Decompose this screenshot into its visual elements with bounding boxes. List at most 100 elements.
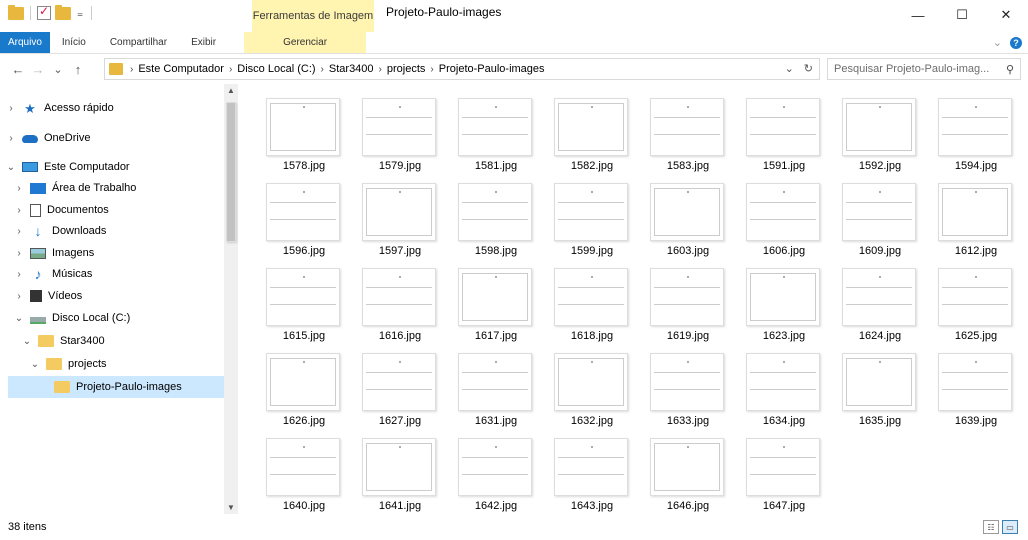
nav-item-disco-local[interactable]: ⌄ Disco Local (C:) xyxy=(0,307,224,329)
minimize-button[interactable]: — xyxy=(896,0,940,30)
address-dropdown-button[interactable]: ⌄ xyxy=(785,62,794,75)
file-item[interactable]: 1632.jpg xyxy=(550,347,634,431)
file-item[interactable]: 1619.jpg xyxy=(646,262,730,346)
chevron-right-icon[interactable]: › xyxy=(4,103,18,114)
expand-ribbon-icon[interactable]: ⌄ xyxy=(993,36,1002,49)
chevron-right-icon[interactable]: › xyxy=(12,269,26,280)
file-item[interactable]: 1603.jpg xyxy=(646,177,730,261)
nav-item-documentos[interactable]: › Documentos xyxy=(0,199,224,221)
chevron-right-icon[interactable]: › xyxy=(12,183,26,194)
close-button[interactable]: ✕ xyxy=(984,0,1028,30)
file-item[interactable]: 1615.jpg xyxy=(262,262,346,346)
chevron-right-icon[interactable]: › xyxy=(12,226,26,237)
search-input[interactable]: Pesquisar Projeto-Paulo-imag... ⚲ xyxy=(827,58,1021,80)
nav-item-projeto-paulo-images[interactable]: Projeto-Paulo-images xyxy=(8,376,224,398)
help-icon[interactable]: ? xyxy=(1010,36,1022,49)
file-item[interactable]: 1627.jpg xyxy=(358,347,442,431)
file-item[interactable]: 1594.jpg xyxy=(934,92,1018,176)
file-item[interactable]: 1592.jpg xyxy=(838,92,922,176)
file-item[interactable]: 1579.jpg xyxy=(358,92,442,176)
file-item[interactable]: 1606.jpg xyxy=(742,177,826,261)
back-button[interactable]: ← xyxy=(8,59,28,79)
nav-item-acesso-rapido[interactable]: › ★ Acesso rápido xyxy=(0,97,224,119)
chevron-down-icon[interactable]: ⌄ xyxy=(4,162,18,173)
nav-item-downloads[interactable]: › ↓ Downloads xyxy=(0,220,224,242)
tab-arquivo[interactable]: Arquivo xyxy=(0,32,50,53)
file-item[interactable]: 1640.jpg xyxy=(262,432,346,516)
maximize-button[interactable]: ☐ xyxy=(940,0,984,30)
address-bar[interactable]: › Este Computador › Disco Local (C:) › S… xyxy=(104,58,820,80)
chevron-right-icon[interactable]: › xyxy=(12,291,26,302)
file-item[interactable]: 1634.jpg xyxy=(742,347,826,431)
breadcrumb-este-computador[interactable]: Este Computador xyxy=(134,63,228,75)
file-item[interactable]: 1639.jpg xyxy=(934,347,1018,431)
breadcrumb-projeto-paulo-images[interactable]: Projeto-Paulo-images xyxy=(435,63,549,75)
file-item[interactable]: 1623.jpg xyxy=(742,262,826,346)
forward-button[interactable]: → xyxy=(28,59,48,79)
up-button[interactable]: ↑ xyxy=(68,59,88,79)
nav-item-star3400[interactable]: ⌄ Star3400 xyxy=(0,330,224,352)
refresh-button[interactable]: ↻ xyxy=(804,62,813,75)
cloud-icon xyxy=(22,135,38,143)
file-item[interactable]: 1635.jpg xyxy=(838,347,922,431)
chevron-right-icon[interactable]: › xyxy=(4,133,18,144)
file-item[interactable]: 1633.jpg xyxy=(646,347,730,431)
breadcrumb-projects[interactable]: projects xyxy=(383,63,430,75)
file-item[interactable]: 1599.jpg xyxy=(550,177,634,261)
scroll-down-arrow-icon[interactable]: ▼ xyxy=(224,503,238,512)
thumbnail-drawing xyxy=(750,273,816,321)
thumbnail-drawing xyxy=(846,287,912,305)
file-item[interactable]: 1617.jpg xyxy=(454,262,538,346)
large-icons-view-icon[interactable]: ▭ xyxy=(1002,520,1018,534)
file-item[interactable]: 1641.jpg xyxy=(358,432,442,516)
chevron-down-icon[interactable]: ⌄ xyxy=(12,313,26,324)
chevron-right-icon[interactable]: › xyxy=(12,205,26,216)
search-icon[interactable]: ⚲ xyxy=(1006,63,1014,76)
scroll-up-arrow-icon[interactable]: ▲ xyxy=(224,86,238,95)
file-item[interactable]: 1647.jpg xyxy=(742,432,826,516)
tab-compartilhar[interactable]: Compartilhar xyxy=(98,32,179,53)
file-item[interactable]: 1624.jpg xyxy=(838,262,922,346)
file-item[interactable]: 1598.jpg xyxy=(454,177,538,261)
new-folder-icon[interactable] xyxy=(55,4,71,20)
file-item[interactable]: 1596.jpg xyxy=(262,177,346,261)
file-item[interactable]: 1612.jpg xyxy=(934,177,1018,261)
tab-exibir[interactable]: Exibir xyxy=(179,32,228,53)
tab-gerenciar[interactable]: Gerenciar xyxy=(244,32,367,53)
file-item[interactable]: 1583.jpg xyxy=(646,92,730,176)
file-item[interactable]: 1591.jpg xyxy=(742,92,826,176)
tab-inicio[interactable]: Início xyxy=(50,32,98,53)
file-item[interactable]: 1609.jpg xyxy=(838,177,922,261)
folder-icon[interactable] xyxy=(8,4,24,20)
file-item[interactable]: 1625.jpg xyxy=(934,262,1018,346)
properties-icon[interactable] xyxy=(37,4,51,20)
file-item[interactable]: 1578.jpg xyxy=(262,92,346,176)
nav-item-videos[interactable]: › Vídeos xyxy=(0,285,224,307)
chevron-down-icon[interactable]: ⌄ xyxy=(28,359,42,370)
nav-item-area-de-trabalho[interactable]: › Área de Trabalho xyxy=(0,177,224,199)
scrollbar-thumb[interactable] xyxy=(226,102,236,242)
file-item[interactable]: 1646.jpg xyxy=(646,432,730,516)
nav-item-onedrive[interactable]: › OneDrive xyxy=(0,127,224,149)
recent-locations-button[interactable]: ⌄ xyxy=(48,59,68,79)
breadcrumb-star3400[interactable]: Star3400 xyxy=(325,63,378,75)
file-item[interactable]: 1626.jpg xyxy=(262,347,346,431)
chevron-right-icon[interactable]: › xyxy=(12,248,26,259)
file-item[interactable]: 1642.jpg xyxy=(454,432,538,516)
file-item[interactable]: 1581.jpg xyxy=(454,92,538,176)
file-item[interactable]: 1597.jpg xyxy=(358,177,442,261)
file-item[interactable]: 1582.jpg xyxy=(550,92,634,176)
file-item[interactable]: 1618.jpg xyxy=(550,262,634,346)
nav-item-imagens[interactable]: › Imagens xyxy=(0,242,224,264)
navigation-scrollbar[interactable]: ▲ ▼ xyxy=(224,84,238,514)
nav-item-musicas[interactable]: › ♪ Músicas xyxy=(0,263,224,285)
chevron-down-icon[interactable]: ⌄ xyxy=(20,336,34,347)
customize-toolbar-icon[interactable]: ₌ xyxy=(75,6,85,20)
file-item[interactable]: 1631.jpg xyxy=(454,347,538,431)
details-view-icon[interactable]: ☷ xyxy=(983,520,999,534)
breadcrumb-disco-local[interactable]: Disco Local (C:) xyxy=(233,63,319,75)
nav-item-projects[interactable]: ⌄ projects xyxy=(0,353,224,375)
nav-item-este-computador[interactable]: ⌄ Este Computador xyxy=(0,156,224,178)
file-item[interactable]: 1643.jpg xyxy=(550,432,634,516)
file-item[interactable]: 1616.jpg xyxy=(358,262,442,346)
